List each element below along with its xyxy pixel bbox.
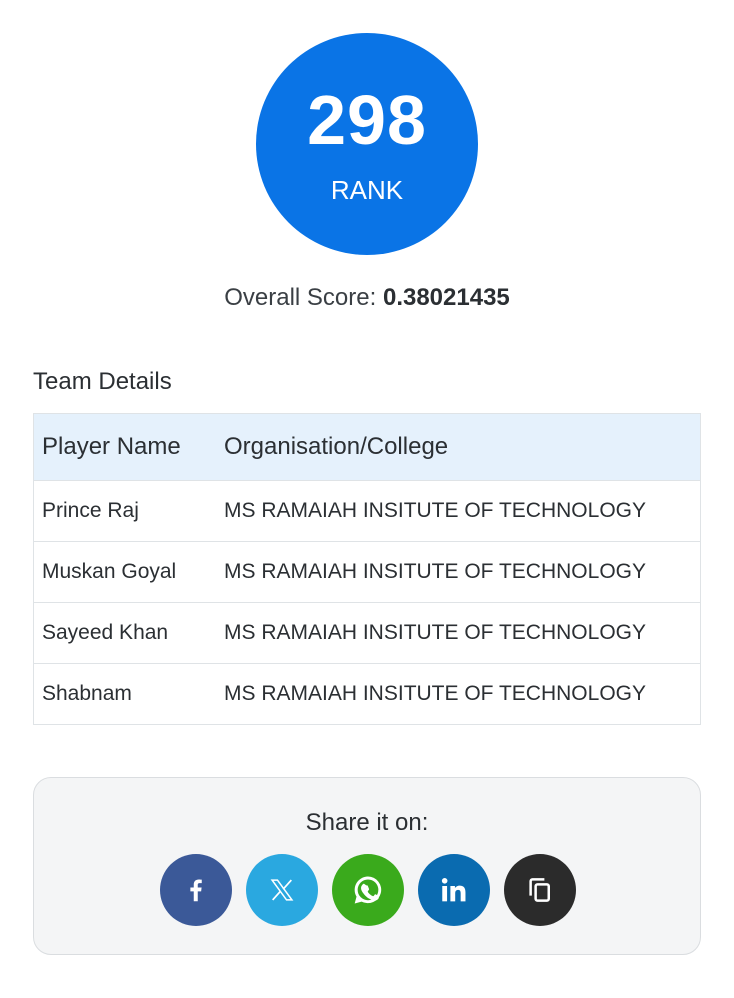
column-header-player-name: Player Name (33, 413, 216, 481)
share-buttons (160, 854, 576, 926)
team-details-heading: Team Details (33, 368, 172, 395)
facebook-icon (181, 875, 211, 905)
organisation-cell: MS RAMAIAH INSITUTE OF TECHNOLOGY (216, 663, 701, 725)
player-name-cell: Sayeed Khan (33, 602, 216, 664)
leaderboard-rank-page: 298 RANK Overall Score: 0.38021435 Team … (0, 0, 734, 998)
share-linkedin-button[interactable] (418, 854, 490, 926)
overall-score-label: Overall Score: (224, 284, 377, 311)
rank-label: RANK (330, 175, 404, 205)
table-header-row: Player Name Organisation/College (33, 413, 701, 481)
team-details-table: Player Name Organisation/College Prince … (33, 413, 701, 725)
table-row: Muskan Goyal MS RAMAIAH INSITUTE OF TECH… (33, 541, 701, 603)
player-name-cell: Prince Raj (33, 480, 216, 542)
table-row: Prince Raj MS RAMAIAH INSITUTE OF TECHNO… (33, 480, 701, 542)
organisation-cell: MS RAMAIAH INSITUTE OF TECHNOLOGY (216, 602, 701, 664)
x-twitter-icon (268, 876, 296, 904)
organisation-cell: MS RAMAIAH INSITUTE OF TECHNOLOGY (216, 541, 701, 603)
share-x-button[interactable] (246, 854, 318, 926)
copy-icon (525, 875, 555, 905)
column-header-organisation: Organisation/College (216, 413, 701, 481)
share-whatsapp-button[interactable] (332, 854, 404, 926)
rank-number: 298 (307, 81, 427, 159)
copy-link-button[interactable] (504, 854, 576, 926)
share-panel: Share it on: (33, 777, 701, 955)
whatsapp-icon (351, 873, 385, 907)
rank-badge: 298 RANK (256, 33, 478, 255)
table-row: Shabnam MS RAMAIAH INSITUTE OF TECHNOLOG… (33, 663, 701, 725)
share-title: Share it on: (305, 809, 429, 836)
player-name-cell: Muskan Goyal (33, 541, 216, 603)
player-name-cell: Shabnam (33, 663, 216, 725)
organisation-cell: MS RAMAIAH INSITUTE OF TECHNOLOGY (216, 480, 701, 542)
share-facebook-button[interactable] (160, 854, 232, 926)
linkedin-icon (438, 874, 470, 906)
overall-score: Overall Score: 0.38021435 (0, 283, 734, 313)
overall-score-value: 0.38021435 (382, 284, 510, 311)
table-row: Sayeed Khan MS RAMAIAH INSITUTE OF TECHN… (33, 602, 701, 664)
